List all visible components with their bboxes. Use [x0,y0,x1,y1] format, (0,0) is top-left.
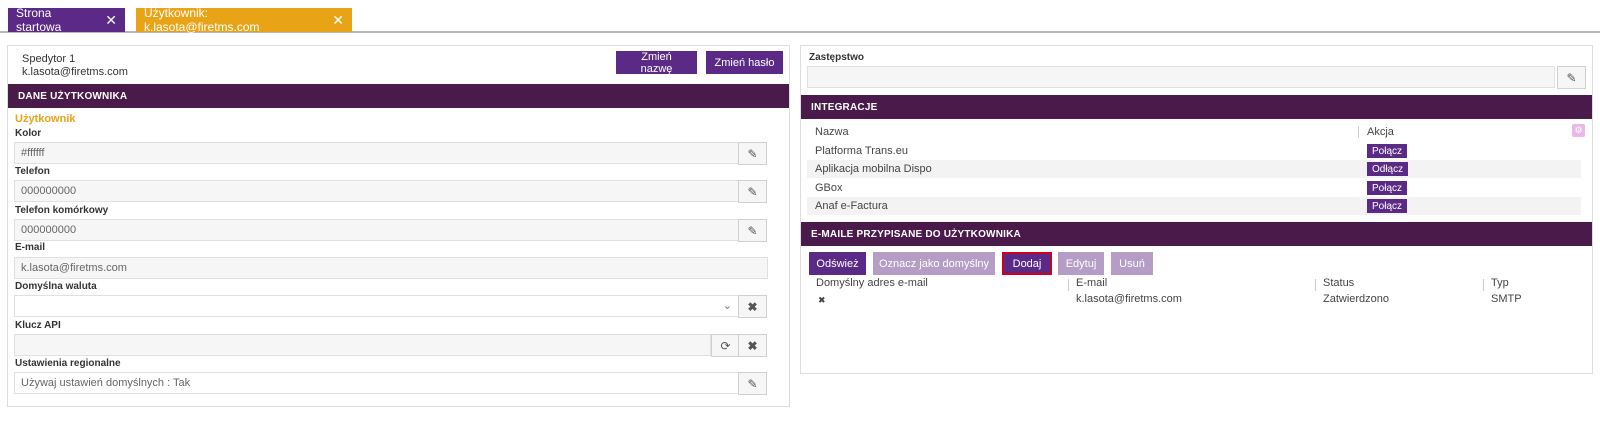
set-default-button[interactable]: Oznacz jako domyślny [873,252,995,275]
connect-button[interactable]: Połącz [1367,199,1408,213]
edit-icon: ✎ [747,223,758,238]
emails-header: E-MAILE PRZYPISANE DO UŻYTKOWNIKA [801,222,1592,246]
user-panel: Spedytor 1 k.lasota@firetms.com Zmień na… [7,45,790,407]
connect-button[interactable]: Połącz [1367,144,1408,158]
api-key-label: Klucz API [15,320,61,331]
regional-field[interactable]: Używaj ustawień domyślnych : Tak [14,372,739,394]
close-icon: ✖ [747,338,758,353]
edit-button[interactable]: Edytuj [1058,252,1104,275]
col-action-header: Akcja [1367,126,1394,138]
clear-api-key-button[interactable]: ✖ [738,334,767,357]
refresh-button[interactable]: Odśwież [809,252,866,275]
user-display-name: Spedytor 1 [22,53,76,65]
add-button[interactable]: Dodaj [1002,252,1052,275]
edit-color-button[interactable]: ✎ [738,142,767,165]
edit-icon: ✎ [747,184,758,199]
currency-label: Domyślna waluta [15,281,97,292]
email-field: k.lasota@firetms.com [14,257,768,279]
refresh-api-key-button[interactable]: ⟳ [711,334,740,357]
substitute-field[interactable] [807,66,1555,88]
integration-name: Aplikacja mobilna Dispo [815,163,932,175]
delete-button[interactable]: Usuń [1111,252,1153,275]
column-separator [1358,126,1359,138]
email-label: E-mail [15,242,46,253]
change-password-button[interactable]: Zmień hasło [706,51,783,74]
mobile-label: Telefon komórkowy [15,205,109,216]
col-email-header: E-mail [1076,277,1108,289]
api-key-field[interactable] [14,334,711,356]
right-panel: Zastępstwo ✎ INTEGRACJE Nazwa Akcja ⚙ Pl… [800,45,1593,374]
integration-name: Platforma Trans.eu [815,145,908,157]
col-type-header: Typ [1491,277,1509,289]
integration-row: Aplikacja mobilna Dispo Odłącz [807,160,1581,178]
integration-row: Anaf e-Factura Połącz [807,197,1581,215]
column-separator [1483,279,1484,291]
integrations-header-row: Nazwa Akcja ⚙ [807,123,1585,141]
col-name-header: Nazwa [815,126,849,138]
edit-substitute-button[interactable]: ✎ [1557,66,1586,89]
tab-label: Strona startowa [16,6,62,34]
edit-icon: ✎ [1566,70,1577,85]
disconnect-button[interactable]: Odłącz [1367,162,1409,176]
not-default-icon: ✖ [818,295,826,305]
tab-home[interactable]: Strona startowa ✕ [8,6,125,34]
substitute-label: Zastępstwo [809,52,865,63]
integration-row: GBox Połącz [807,179,1581,197]
integration-row: Platforma Trans.eu Połącz [807,142,1581,160]
edit-regional-button[interactable]: ✎ [738,372,767,395]
edit-icon: ✎ [747,376,758,391]
mobile-field[interactable]: 000000000 [14,219,739,241]
currency-select[interactable]: ⌄ [14,295,739,317]
status-cell: Zatwierdzono [1323,293,1390,305]
edit-mobile-button[interactable]: ✎ [738,219,767,242]
close-icon[interactable]: ✕ [332,13,344,27]
tab-label: Użytkownik: k.lasota@firetms.com [144,6,260,34]
color-field[interactable]: #ffffff [14,142,739,164]
edit-phone-button[interactable]: ✎ [738,180,767,203]
connect-button[interactable]: Połącz [1367,181,1408,195]
phone-label: Telefon [15,166,50,177]
tab-user[interactable]: Użytkownik: k.lasota@firetms.com ✕ [136,6,352,34]
integrations-header: INTEGRACJE [801,95,1592,119]
settings-icon[interactable]: ⚙ [1572,124,1585,137]
phone-field[interactable]: 000000000 [14,180,739,202]
user-subtitle: Użytkownik [15,113,76,125]
column-separator [1315,279,1316,291]
rename-button[interactable]: Zmień nazwę [616,51,697,75]
close-icon: ✖ [747,299,758,314]
integration-name: GBox [815,182,843,194]
clear-currency-button[interactable]: ✖ [738,295,767,318]
type-cell: SMTP [1491,293,1522,305]
user-data-header: DANE UŻYTKOWNIKA [8,84,789,108]
user-display-email: k.lasota@firetms.com [22,66,128,78]
refresh-icon: ⟳ [720,338,731,353]
integration-name: Anaf e-Factura [815,200,888,212]
col-status-header: Status [1323,277,1355,289]
col-default-header: Domyślny adres e-mail [816,277,928,289]
email-cell: k.lasota@firetms.com [1076,293,1182,305]
color-label: Kolor [15,128,42,139]
chevron-down-icon[interactable]: ⌄ [723,299,732,312]
column-separator [1068,279,1069,291]
tab-bar: Strona startowa ✕ Użytkownik: k.lasota@f… [0,0,1600,34]
edit-icon: ✎ [747,146,758,161]
regional-label: Ustawienia regionalne [15,358,121,369]
close-icon[interactable]: ✕ [105,13,117,27]
